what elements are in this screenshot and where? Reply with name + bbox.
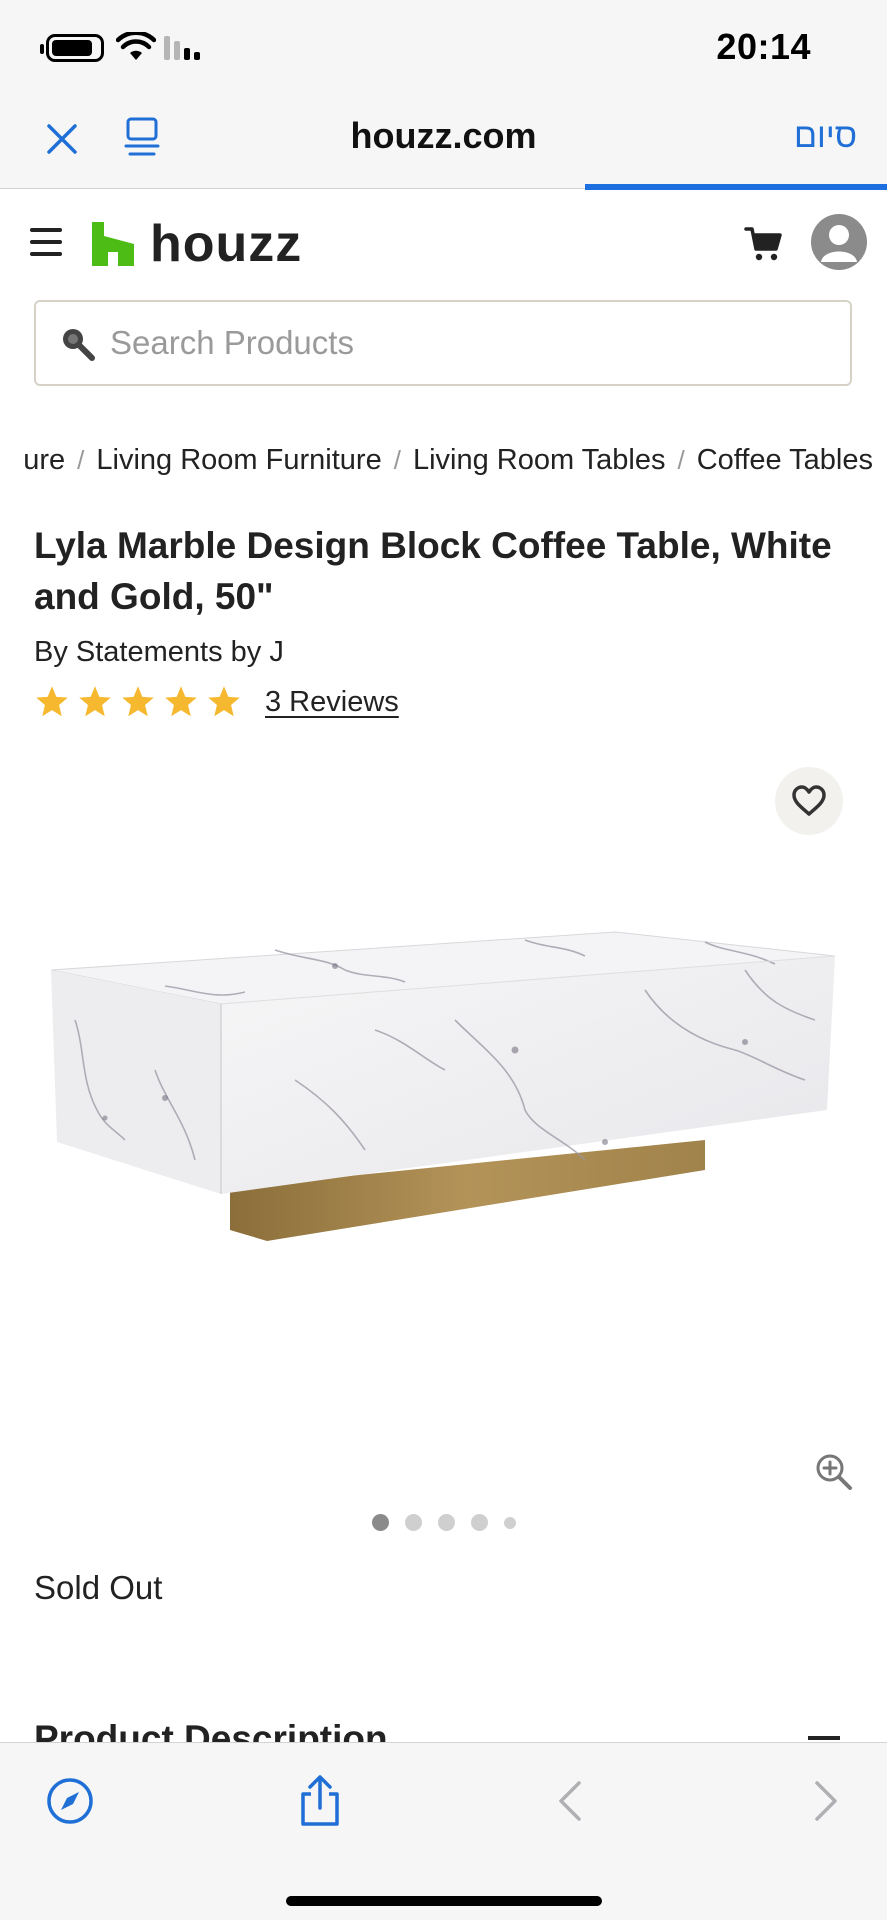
pagination-dot[interactable] — [503, 1516, 516, 1529]
site-header: houzz — [0, 190, 887, 300]
search-box[interactable] — [34, 300, 852, 386]
cart-icon[interactable] — [744, 226, 784, 262]
browser-toolbar: houzz.com סיום — [0, 95, 887, 190]
share-icon[interactable] — [292, 1773, 348, 1829]
search-input[interactable] — [110, 302, 830, 384]
breadcrumb-item-living-room-tables[interactable]: Living Room Tables — [413, 444, 666, 477]
home-indicator[interactable] — [286, 1896, 602, 1906]
product-rating[interactable]: 3 Reviews — [34, 684, 399, 720]
zoom-in-icon[interactable] — [814, 1452, 854, 1492]
houzz-logo[interactable]: houzz — [92, 218, 302, 270]
availability-status: Sold Out — [34, 1569, 163, 1606]
status-bar: 20:14 — [0, 0, 887, 95]
breadcrumb-separator: / — [77, 445, 85, 475]
gallery-pagination — [0, 1514, 887, 1531]
forward-arrow-icon[interactable] — [798, 1773, 854, 1829]
battery-icon — [40, 34, 104, 62]
breadcrumb-item-living-room-furniture[interactable]: Living Room Furniture — [96, 444, 381, 477]
breadcrumb-item[interactable]: ure — [23, 444, 65, 477]
collapse-icon[interactable] — [808, 1736, 840, 1740]
wifi-icon — [116, 32, 156, 60]
browser-bottom-bar — [0, 1742, 887, 1920]
search-icon — [63, 329, 95, 361]
breadcrumb: ure / Living Room Furniture / Living Roo… — [0, 444, 887, 484]
compass-icon[interactable] — [42, 1773, 98, 1829]
star-icon — [36, 686, 68, 717]
breadcrumb-separator: / — [677, 445, 685, 475]
status-time: 20:14 — [716, 26, 811, 67]
breadcrumb-item-coffee-tables[interactable]: Coffee Tables — [697, 444, 873, 477]
star-icon — [165, 686, 197, 717]
pagination-dot[interactable] — [437, 1514, 455, 1531]
reviews-link[interactable]: 3 Reviews — [265, 686, 399, 719]
back-arrow-icon[interactable] — [542, 1773, 598, 1829]
account-avatar-icon[interactable] — [811, 214, 867, 270]
product-brand[interactable]: By Statements by J — [34, 636, 284, 669]
product-description-title: Product Description — [34, 1718, 388, 1742]
pagination-dot[interactable] — [371, 1514, 389, 1531]
product-image[interactable] — [45, 930, 845, 1310]
pagination-dot[interactable] — [404, 1514, 422, 1531]
done-button[interactable]: סיום — [794, 117, 857, 156]
hamburger-menu-icon[interactable] — [30, 228, 62, 256]
breadcrumb-separator: / — [393, 445, 401, 475]
star-icon — [79, 686, 111, 717]
logo-text: houzz — [150, 215, 303, 273]
product-description-header[interactable]: Product Description — [34, 1716, 854, 1742]
pagination-dot[interactable] — [470, 1514, 488, 1531]
cellular-signal-icon — [164, 36, 200, 60]
favorite-heart-icon[interactable] — [775, 767, 843, 835]
product-image-gallery[interactable] — [0, 760, 887, 1531]
url-text[interactable]: houzz.com — [0, 115, 887, 157]
houzz-logo-mark-icon — [92, 222, 134, 266]
star-icon — [208, 686, 240, 717]
product-title: Lyla Marble Design Block Coffee Table, W… — [34, 525, 832, 617]
star-icon — [122, 686, 154, 717]
